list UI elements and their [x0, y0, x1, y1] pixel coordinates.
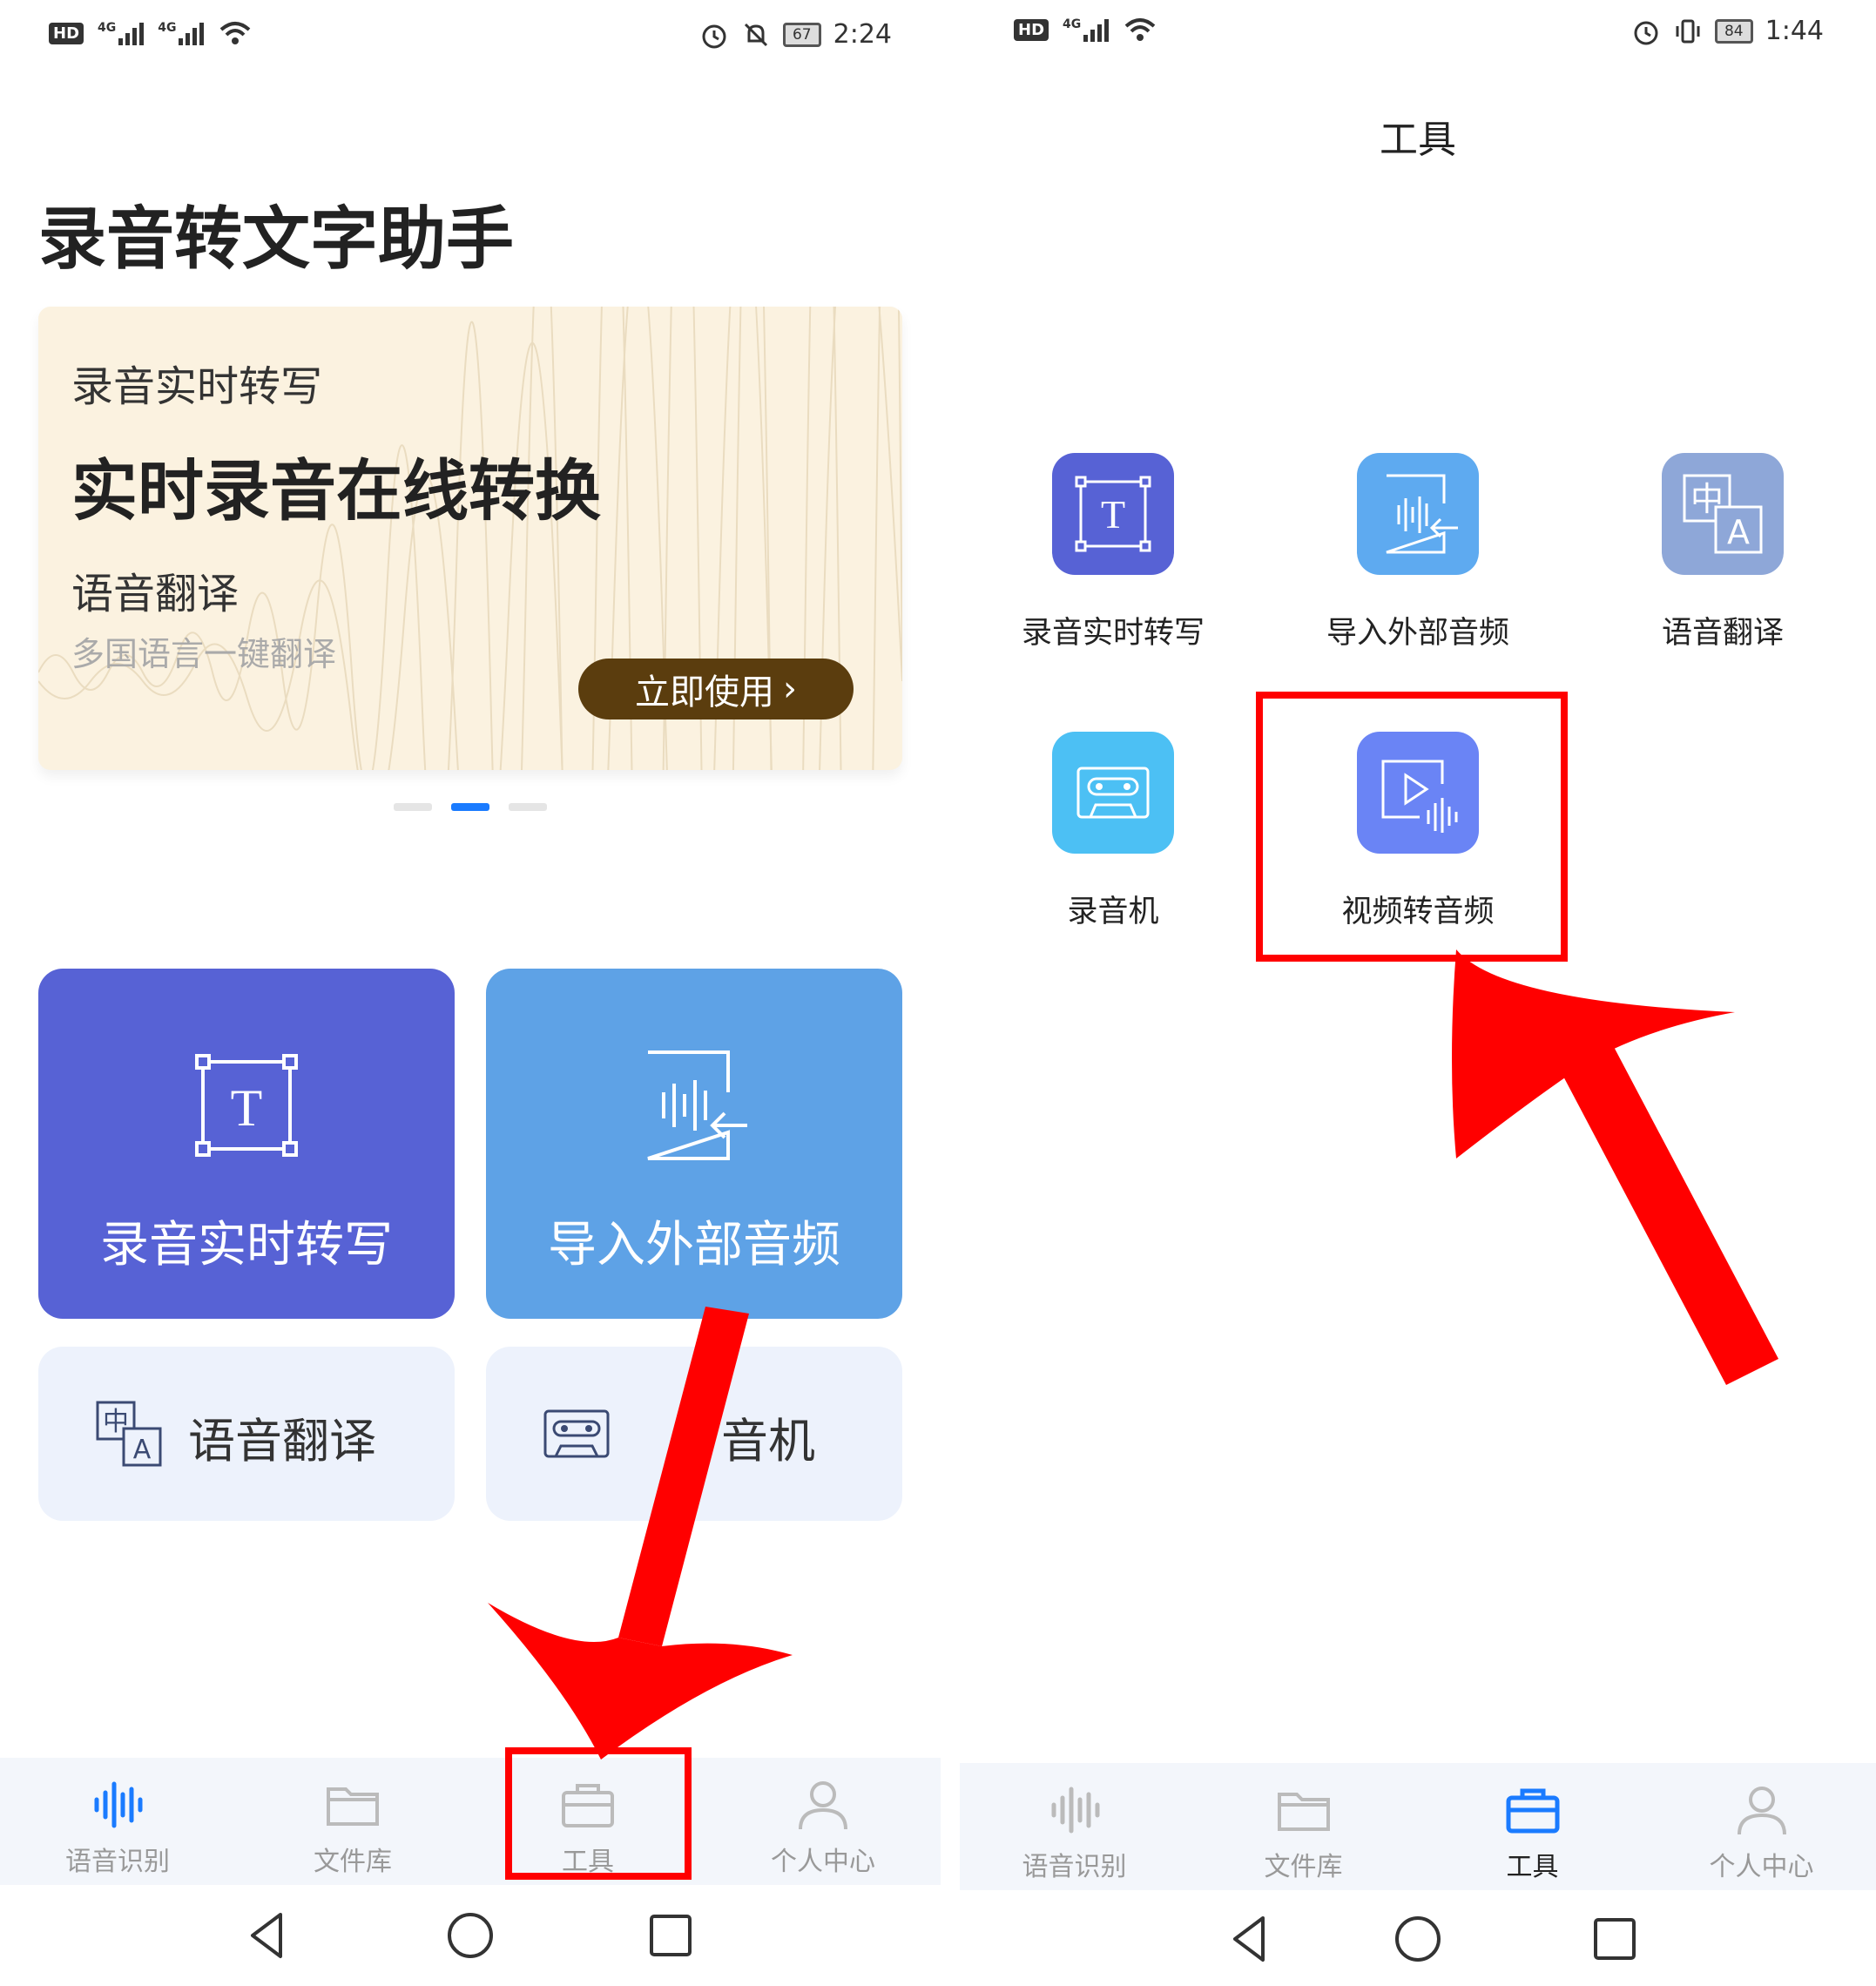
tab-label: 语音识别 [1022, 1852, 1127, 1882]
tab-tools[interactable]: 工具 [1418, 1763, 1647, 1890]
audio-import-icon [647, 1050, 747, 1160]
recents-icon[interactable] [1587, 1911, 1643, 1967]
tool-recorder[interactable]: 录音机 [965, 732, 1261, 958]
tool-label: 语音翻译 [1661, 616, 1784, 651]
tool-voice-translate[interactable]: 中 A 语音翻译 [1575, 453, 1871, 679]
bottom-tab-bar: 语音识别 文件库 工具 个人中心 [960, 1763, 1876, 1890]
carousel-dot[interactable] [394, 803, 432, 811]
vibrate-icon [1676, 19, 1700, 43]
tab-label: 语音识别 [65, 1847, 170, 1877]
promo-banner[interactable]: 录音实时转写 实时录音在线转换 语音翻译 多国语言一键翻译 立即使用 › [38, 307, 902, 770]
annotation-highlight-box [1256, 692, 1568, 962]
back-icon[interactable] [240, 1908, 296, 1963]
clock: 2:24 [833, 19, 892, 50]
tab-label: 文件库 [1264, 1852, 1343, 1882]
cell-signal-icon: 4G [98, 21, 145, 45]
home-icon[interactable] [442, 1908, 498, 1963]
import-audio-label: 导入外部音频 [548, 1217, 840, 1273]
tab-profile[interactable]: 个人中心 [1647, 1763, 1876, 1890]
annotation-arrow-icon [488, 1307, 793, 1760]
text-frame-icon: T [1052, 453, 1174, 575]
import-audio-card[interactable]: 导入外部音频 [486, 969, 902, 1319]
tab-label: 文件库 [314, 1847, 392, 1877]
person-icon [799, 1781, 847, 1830]
carousel-dot[interactable] [509, 803, 547, 811]
right-screen: HD 4G 84 1:44 工具 T 录音实时转写 导入外部音频 中 A 语音翻… [960, 0, 1876, 1986]
system-nav-bar [0, 1888, 941, 1986]
text-frame-icon: T [195, 1054, 298, 1157]
home-icon[interactable] [1390, 1911, 1446, 1967]
person-icon [1737, 1787, 1786, 1835]
tool-label: 导入外部音频 [1326, 616, 1509, 651]
banner-feature-desc: 多国语言一键翻译 [71, 635, 337, 673]
tab-file-library[interactable]: 文件库 [235, 1758, 470, 1885]
back-icon[interactable] [1223, 1911, 1279, 1967]
banner-feature-label: 语音翻译 [71, 570, 240, 618]
recents-icon[interactable] [643, 1908, 698, 1963]
realtime-transcribe-card[interactable]: T 录音实时转写 [38, 969, 455, 1319]
voice-translate-card[interactable]: 中 A 语音翻译 [38, 1347, 455, 1521]
svg-text:T: T [1101, 492, 1125, 537]
use-now-label: 立即使用 [635, 672, 774, 713]
audio-import-icon [1357, 453, 1479, 575]
wifi-icon [1124, 18, 1156, 41]
tab-label: 个人中心 [1709, 1852, 1814, 1882]
battery-indicator: 67 [782, 22, 821, 47]
svg-text:T: T [231, 1079, 263, 1137]
waveform-icon [1051, 1787, 1099, 1834]
banner-subtitle: 录音实时转写 [71, 362, 323, 411]
annotation-arrow-icon [1452, 949, 1778, 1385]
clock: 1:44 [1765, 16, 1824, 46]
folder-icon [327, 1787, 379, 1826]
hd-badge: HD [49, 22, 84, 44]
tool-realtime-transcribe[interactable]: T 录音实时转写 [965, 453, 1261, 679]
cassette-icon [1052, 732, 1174, 854]
alarm-icon [1634, 21, 1658, 44]
waveform-icon [94, 1781, 143, 1828]
system-nav-bar [960, 1892, 1876, 1986]
status-bar: HD 4G 84 1:44 [960, 0, 1876, 78]
tab-voice-recognition[interactable]: 语音识别 [0, 1758, 235, 1885]
carousel-indicator [394, 803, 547, 811]
tool-import-audio[interactable]: 导入外部音频 [1270, 453, 1566, 679]
page-title: 工具 [1380, 118, 1456, 162]
toolbox-icon [1506, 1788, 1559, 1834]
chevron-right-icon: › [783, 669, 797, 709]
status-bar: HD 4G 4G 67 2:24 [0, 0, 941, 78]
hd-badge: HD [1014, 18, 1049, 41]
use-now-button[interactable]: 立即使用 › [578, 659, 854, 719]
cell-signal-icon: 4G [158, 21, 205, 45]
tool-label: 录音实时转写 [1021, 616, 1205, 651]
tab-label: 个人中心 [771, 1847, 875, 1877]
wifi-icon [220, 22, 251, 44]
tool-label: 录音机 [1067, 895, 1159, 929]
folder-icon [1277, 1793, 1330, 1831]
mute-bell-icon [744, 23, 768, 46]
svg-text:A: A [133, 1435, 152, 1465]
alarm-icon [702, 24, 726, 48]
realtime-transcribe-label: 录音实时转写 [100, 1217, 393, 1273]
carousel-dot-active[interactable] [451, 803, 489, 811]
svg-text:A: A [1727, 513, 1750, 551]
translate-icon: 中 A [1662, 453, 1784, 575]
left-screen: HD 4G 4G 67 2:24 录音转文字助手 录音实时转写 实时录音在线转换… [0, 0, 941, 1986]
battery-indicator: 84 [1714, 18, 1753, 44]
voice-translate-label: 语音翻译 [188, 1414, 376, 1469]
tab-voice-recognition[interactable]: 语音识别 [960, 1763, 1189, 1890]
cell-signal-icon: 4G [1063, 17, 1110, 42]
tab-file-library[interactable]: 文件库 [1189, 1763, 1418, 1890]
translate-icon: 中 A [96, 1401, 162, 1467]
app-title: 录音转文字助手 [38, 200, 515, 279]
tab-label: 工具 [1506, 1852, 1559, 1882]
banner-headline: 实时录音在线转换 [71, 452, 601, 530]
